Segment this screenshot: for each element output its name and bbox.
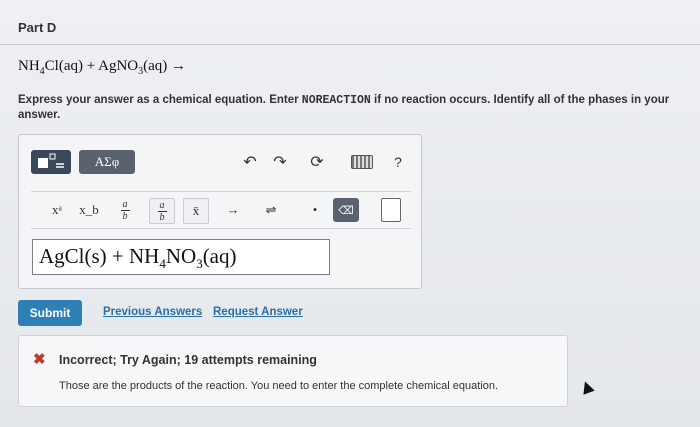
symbol-toolbar: xᵃ x_b ab ab x̄ → ⇌ • ⌫ xyxy=(31,191,411,229)
question-equation: NH4Cl(aq) + AgNO3(aq) → xyxy=(18,58,187,77)
help-button[interactable]: ? xyxy=(387,150,409,174)
answer-input[interactable]: AgCl(s) + NH4NO3(aq) xyxy=(32,239,330,275)
redo-icon[interactable]: ↷ xyxy=(269,150,291,174)
calculator-button[interactable] xyxy=(379,198,403,222)
delete-icon[interactable]: ⌫ xyxy=(333,198,359,222)
reset-icon[interactable]: ⟳ xyxy=(306,150,328,174)
feedback-title: Incorrect; Try Again; 19 attempts remain… xyxy=(59,353,317,367)
templates-icon xyxy=(38,153,64,168)
fraction-button[interactable]: ab xyxy=(113,198,137,222)
equilibrium-arrow-button[interactable]: ⇌ xyxy=(259,198,283,222)
templates-button[interactable] xyxy=(31,150,71,174)
submit-button[interactable]: Submit xyxy=(18,300,82,326)
reaction-arrow-button[interactable]: → xyxy=(221,198,245,222)
answer-value: AgCl(s) + NH4NO3(aq) xyxy=(39,244,237,272)
previous-answers-link[interactable]: Previous Answers xyxy=(103,306,202,318)
request-answer-link[interactable]: Request Answer xyxy=(213,306,303,318)
part-title: Part D xyxy=(18,20,57,35)
calculator-icon xyxy=(381,198,401,222)
undo-icon[interactable]: ↶ xyxy=(239,150,261,174)
instructions: Express your answer as a chemical equati… xyxy=(18,94,670,121)
dot-button[interactable]: • xyxy=(303,198,327,222)
superscript-button[interactable]: xᵃ xyxy=(45,198,69,222)
editor-toolbar: ΑΣφ ↶ ↷ ⟳ ? xyxy=(31,148,409,178)
keyboard-shortcuts-button[interactable] xyxy=(349,150,375,174)
subscript-button[interactable]: x_b xyxy=(77,198,101,222)
greek-symbols-button[interactable]: ΑΣφ xyxy=(79,150,135,174)
feedback-panel: ✖ Incorrect; Try Again; 19 attempts rema… xyxy=(18,335,568,407)
noreaction-keyword: NOREACTION xyxy=(301,94,371,107)
keyboard-icon xyxy=(351,155,373,169)
feedback-body: Those are the products of the reaction. … xyxy=(59,380,499,392)
incorrect-x-icon: ✖ xyxy=(33,351,46,368)
fraction-template-button[interactable]: ab xyxy=(149,198,175,224)
vector-button[interactable]: x̄ xyxy=(183,198,209,224)
divider xyxy=(0,44,700,45)
equation-editor: ΑΣφ ↶ ↷ ⟳ ? xᵃ x_b ab ab x̄ → ⇌ • ⌫ AgCl… xyxy=(18,134,422,289)
